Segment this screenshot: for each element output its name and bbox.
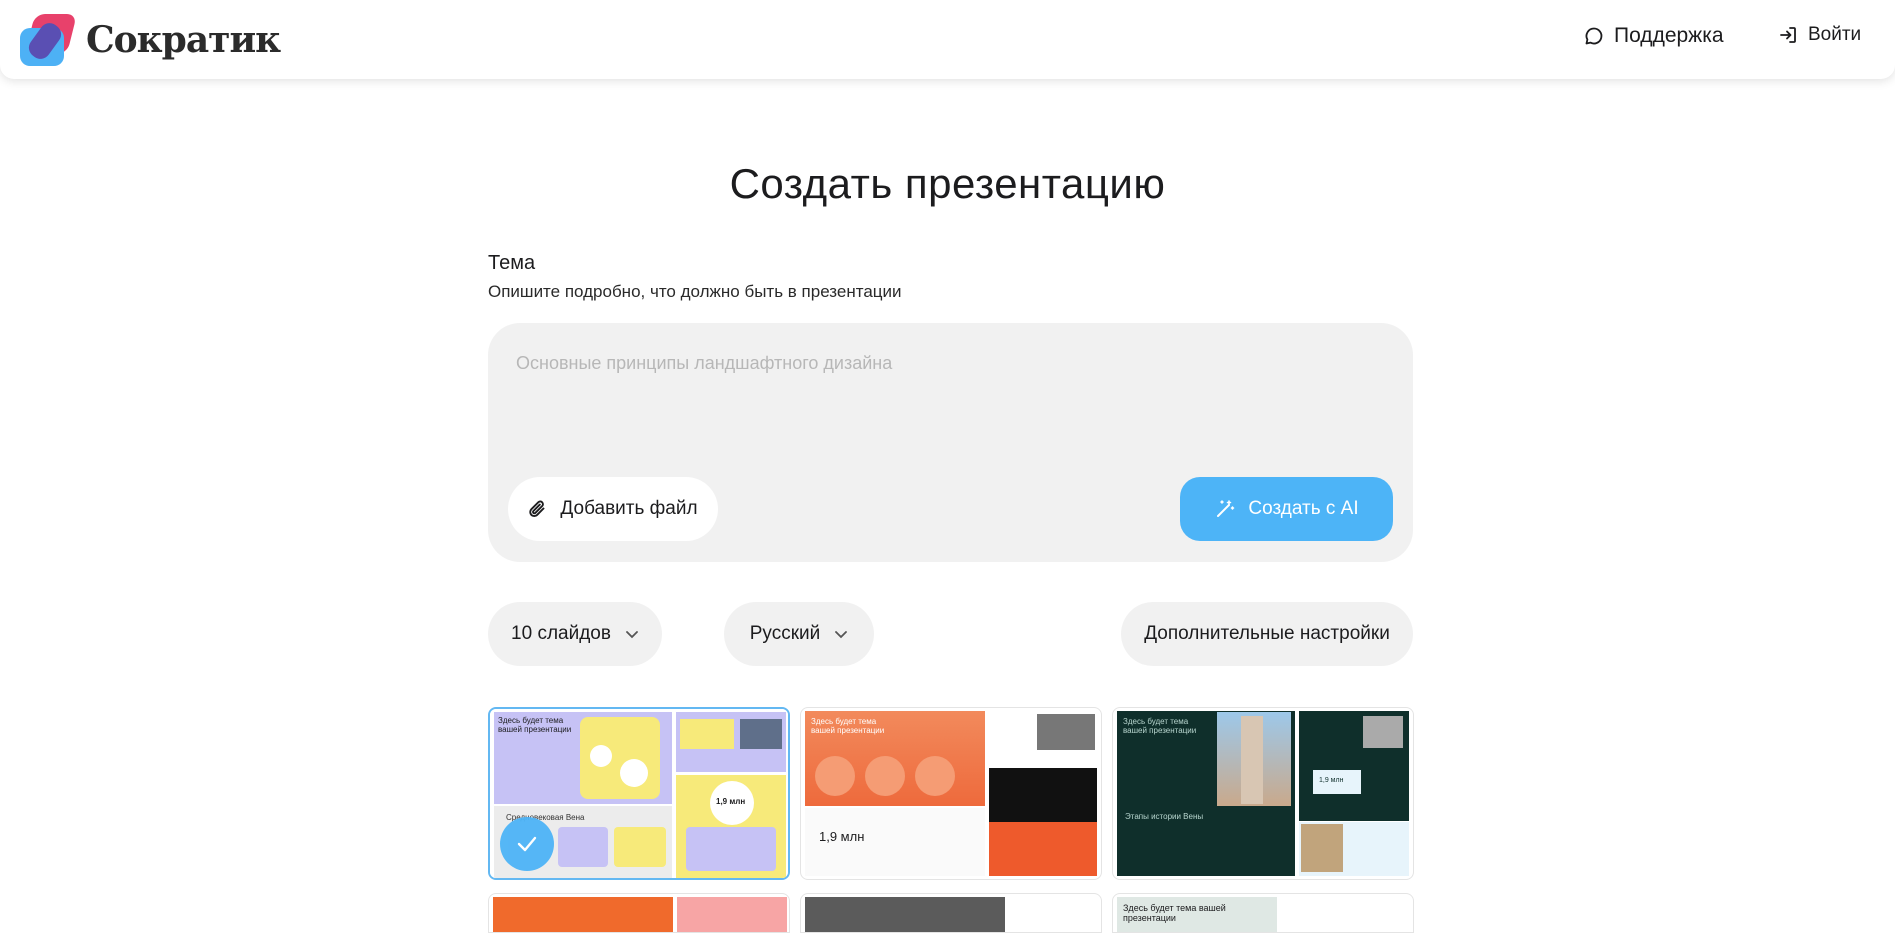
template-caption: Этапы истории Вены: [1125, 812, 1204, 821]
login-link[interactable]: Войти: [1778, 24, 1861, 46]
advanced-settings-label: Дополнительные настройки: [1144, 623, 1390, 644]
chevron-down-icon: [835, 631, 848, 639]
paperclip-icon: [529, 500, 545, 518]
template-card[interactable]: [488, 893, 790, 933]
logo-mark-icon: [20, 14, 77, 66]
advanced-settings-button[interactable]: Дополнительные настройки: [1121, 602, 1413, 666]
selected-check-icon: [500, 817, 554, 871]
add-file-button[interactable]: Добавить файл: [508, 477, 718, 541]
slides-count-select[interactable]: 10 слайдов: [488, 602, 662, 666]
template-stat: 1,9 млн: [1319, 777, 1344, 784]
topic-hint: Опишите подробно, что должно быть в през…: [488, 282, 902, 301]
template-card[interactable]: Здесь будет тема вашей презентации 1,9 м…: [800, 707, 1102, 880]
language-value: Русский: [749, 623, 821, 644]
create-with-ai-button[interactable]: Создать с AI: [1180, 477, 1393, 541]
template-theme-text: Здесь будет тема вашей презентации: [811, 717, 885, 735]
template-card[interactable]: [800, 893, 1102, 933]
page-title: Создать презентацию: [729, 160, 1166, 207]
login-label: Войти: [1808, 24, 1862, 45]
language-select[interactable]: Русский: [724, 602, 874, 666]
topic-input[interactable]: [516, 353, 1376, 453]
brand-name: Сократик: [86, 19, 281, 61]
topic-label: Тема: [488, 252, 536, 274]
create-ai-label: Создать с AI: [1248, 498, 1359, 519]
top-header: Сократик Поддержка Войти: [0, 0, 1895, 79]
template-card[interactable]: Здесь будет тема вашей презентации Средн…: [488, 707, 790, 880]
template-card[interactable]: Здесь будет тема вашей презентации: [1112, 893, 1414, 933]
template-stat: 1,9 млн: [819, 829, 865, 844]
template-theme-text: Здесь будет тема вашей презентации: [1123, 903, 1226, 923]
chat-bubble-icon: [1585, 27, 1603, 45]
add-file-label: Добавить файл: [560, 498, 698, 519]
support-link[interactable]: Поддержка: [1584, 24, 1724, 48]
template-theme-text: Здесь будет тема вашей презентации: [498, 716, 572, 734]
slides-count-value: 10 слайдов: [511, 623, 611, 644]
support-label: Поддержка: [1614, 24, 1724, 47]
template-stat: 1,9 млн: [716, 797, 746, 806]
template-theme-text: Здесь будет тема вашей презентации: [1123, 717, 1197, 735]
brand-logo[interactable]: Сократик: [20, 14, 281, 66]
template-card[interactable]: Здесь будет тема вашей презентации Этапы…: [1112, 707, 1414, 880]
chevron-down-icon: [626, 631, 638, 639]
magic-wand-icon: [1217, 500, 1235, 517]
topic-input-container: Добавить файл Создать с AI: [488, 323, 1413, 562]
login-icon: [1780, 27, 1796, 43]
